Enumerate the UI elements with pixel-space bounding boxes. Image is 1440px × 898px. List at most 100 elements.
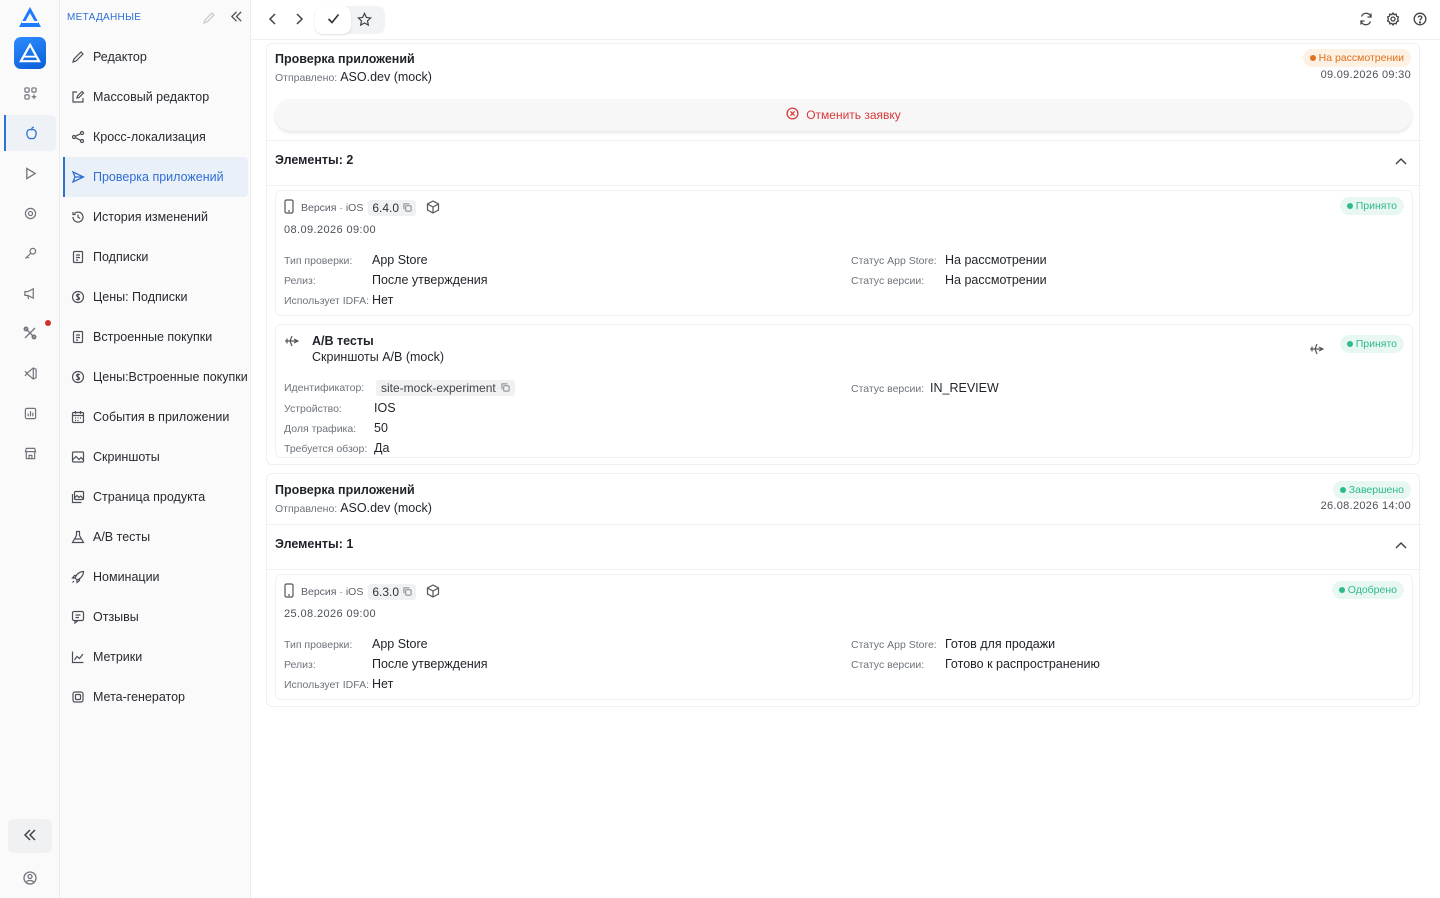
field-value: IN_REVIEW (930, 381, 999, 395)
sidebar-item-cross-localization[interactable]: Кросс-локализация (63, 117, 248, 157)
check-button[interactable] (315, 6, 351, 34)
version-row: Версия · iOS 6.4.0 (284, 199, 440, 217)
sidebar-item-label: Подписки (93, 250, 149, 264)
key-icon[interactable] (20, 243, 40, 263)
check-icon (327, 13, 340, 27)
field-value: Готов для продажи (945, 637, 1056, 651)
share-icon (71, 130, 85, 144)
sidebar-item-meta-generator[interactable]: Мета-генератор (63, 677, 248, 717)
forward-button[interactable] (287, 8, 311, 32)
status-badge: Одобрено (1331, 581, 1404, 599)
elements-header: Элементы: 2 (275, 153, 354, 167)
copy-icon[interactable] (403, 585, 412, 599)
apple-icon[interactable] (4, 115, 56, 151)
sidebar-item-label: Цены:Встроенные покупки (93, 370, 248, 384)
sidebar-item-bulk-editor[interactable]: Массовый редактор (63, 77, 248, 117)
sidebar-item-ab-tests[interactable]: A/B тесты (63, 517, 248, 557)
cancel-circle-icon (786, 107, 799, 123)
field-value: После утверждения (372, 657, 488, 671)
plane-icon[interactable] (1309, 342, 1325, 359)
settings-button[interactable] (1381, 8, 1405, 32)
copy-icon[interactable] (403, 201, 412, 215)
cancel-label: Отменить заявку (806, 108, 901, 122)
field-value: Да (374, 441, 390, 455)
sidebar-item-label: Номинации (93, 570, 160, 584)
sidebar-item-in-app-events[interactable]: События в приложении (63, 397, 248, 437)
sidebar-item-nominations[interactable]: Номинации (63, 557, 248, 597)
sidebar-item-label: Редактор (93, 50, 147, 64)
sidebar-item-label: История изменений (93, 210, 208, 224)
submission-sender: Отправлено: ASO.dev (mock) (275, 70, 432, 84)
send-icon (71, 170, 85, 184)
image-icon (71, 450, 85, 464)
double-chevron-left-icon (23, 828, 37, 844)
sidebar-nav: Редактор Массовый редактор Кросс-локализ… (63, 37, 248, 717)
collapse-rail-button[interactable] (8, 819, 52, 853)
dollar-icon (71, 370, 85, 384)
star-icon[interactable] (357, 11, 372, 30)
pencil-icon[interactable] (202, 11, 216, 28)
phone-icon (284, 583, 294, 601)
sidebar-item-reviews[interactable]: Отзывы (63, 597, 248, 637)
traffic-row: Доля трафика: 50 (284, 421, 388, 435)
sidebar-item-label: Кросс-локализация (93, 130, 206, 144)
user-circle-icon[interactable] (21, 869, 39, 887)
elements-header: Элементы: 1 (275, 537, 354, 551)
identifier-chip: site-mock-experiment (376, 380, 515, 396)
field-label: Статус версии: (851, 659, 925, 671)
chevron-up-icon[interactable] (1395, 538, 1407, 552)
chart-icon[interactable] (20, 403, 40, 423)
sidebar-item-product-page[interactable]: Страница продукта (63, 477, 248, 517)
ab-test-title: A/B тесты (312, 334, 374, 348)
field-label: Идентификатор: (284, 382, 365, 394)
sidebar-item-subscription-prices[interactable]: Цены: Подписки (63, 277, 248, 317)
package-icon[interactable] (426, 583, 440, 601)
chevron-left-icon (268, 12, 278, 28)
vscode-icon[interactable] (20, 363, 40, 383)
version-row: Версия · iOS 6.3.0 (284, 583, 440, 601)
copy-icon[interactable] (501, 381, 510, 395)
target-icon[interactable] (20, 203, 40, 223)
sidebar-item-history[interactable]: История изменений (63, 197, 248, 237)
field-value: Нет (372, 293, 394, 307)
receipt-icon (71, 250, 85, 264)
field-value: Нет (372, 677, 394, 691)
play-icon[interactable] (20, 163, 40, 183)
refresh-icon (1359, 12, 1373, 29)
sidebar-item-in-app-purchases[interactable]: Встроенные покупки (63, 317, 248, 357)
sidebar-item-label: Скриншоты (93, 450, 160, 464)
sidebar-item-subscriptions[interactable]: Подписки (63, 237, 248, 277)
chip-icon (71, 690, 85, 704)
sidebar-item-app-review[interactable]: Проверка приложений (63, 157, 248, 197)
submission-title: Проверка приложений (275, 52, 415, 66)
package-icon[interactable] (426, 199, 440, 217)
sidebar: МЕТАДАННЫЕ Редактор Массовый редактор Кр… (60, 0, 251, 898)
collapse-sidebar-icon[interactable] (230, 10, 243, 26)
field-label: Требуется обзор: (284, 443, 368, 455)
store-icon[interactable] (20, 443, 40, 463)
sidebar-item-screenshots[interactable]: Скриншоты (63, 437, 248, 477)
idfa-row: Использует IDFA: Нет (284, 293, 393, 307)
plane-icon (284, 334, 300, 351)
sidebar-item-editor[interactable]: Редактор (63, 37, 248, 77)
tools-icon[interactable] (20, 323, 40, 343)
version-status-row: Статус версии: IN_REVIEW (851, 381, 999, 395)
identifier-row: Идентификатор: site-mock-experiment (284, 380, 515, 396)
back-button[interactable] (261, 8, 285, 32)
submission-timestamp: 26.08.2026 14:00 (1320, 500, 1411, 512)
megaphone-icon[interactable] (20, 283, 40, 303)
sidebar-item-label: Встроенные покупки (93, 330, 213, 344)
app-icon[interactable] (14, 37, 46, 69)
cancel-submission-button[interactable]: Отменить заявку (275, 99, 1412, 131)
sent-by: ASO.dev (mock) (340, 70, 432, 84)
grid-icon[interactable] (20, 83, 40, 103)
field-value: App Store (372, 253, 428, 267)
chevron-up-icon[interactable] (1395, 154, 1407, 168)
sent-by: ASO.dev (mock) (340, 501, 432, 515)
refresh-button[interactable] (1354, 8, 1378, 32)
version-label: Версия · iOS (301, 202, 364, 214)
version-date: 08.09.2026 09:00 (284, 224, 377, 236)
sidebar-item-metrics[interactable]: Метрики (63, 637, 248, 677)
sidebar-item-iap-prices[interactable]: Цены:Встроенные покупки (63, 357, 248, 397)
help-button[interactable] (1408, 8, 1432, 32)
